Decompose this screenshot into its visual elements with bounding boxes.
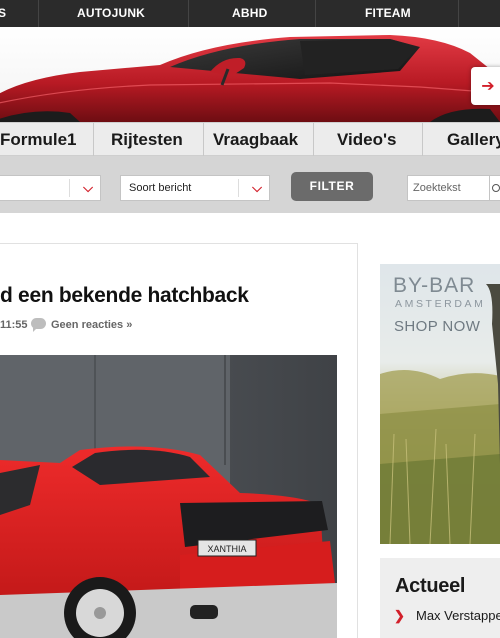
post-type-select[interactable]: Soort bericht ⌵: [120, 175, 270, 201]
top-nav-divider: [188, 0, 189, 27]
header-car-image: [0, 35, 500, 122]
search-input[interactable]: Zoektekst: [407, 175, 490, 201]
top-nav-divider: [38, 0, 39, 27]
nav-divider: [93, 123, 94, 156]
content-divider: [0, 243, 358, 244]
search-icon[interactable]: [490, 175, 500, 201]
nav-item-vraagbaak[interactable]: Vraagbaak: [213, 123, 298, 156]
ad-shop-now[interactable]: SHOP NOW: [394, 318, 480, 335]
nav-divider: [422, 123, 423, 156]
sidebar-advertisement[interactable]: BY-BAR AMSTERDAM SHOP NOW: [380, 264, 500, 544]
chevron-down-icon: ⌵: [83, 180, 93, 195]
select-divider: [69, 179, 70, 197]
login-icon: ➔: [481, 78, 495, 95]
article-comments-link[interactable]: Geen reacties »: [51, 319, 132, 331]
nav-divider: [313, 123, 314, 156]
top-nav-item-abhd[interactable]: ABHD: [232, 6, 267, 20]
nav-item-rijtesten[interactable]: Rijtesten: [111, 123, 183, 156]
main-nav: Formule1 Rijtesten Vraagbaak Video's Gal…: [0, 122, 500, 156]
comment-icon: [31, 318, 46, 332]
article-time: 11:55: [0, 319, 28, 331]
actueel-title: Actueel: [395, 575, 466, 597]
nav-divider: [203, 123, 204, 156]
ad-brand-city: AMSTERDAM: [395, 298, 486, 310]
filter-button[interactable]: FILTER: [291, 172, 373, 201]
ad-brand-name: BY-BAR: [393, 274, 476, 297]
nav-item-gallery[interactable]: Gallery: [447, 123, 500, 156]
article-title[interactable]: d een bekende hatchback: [0, 284, 249, 308]
actueel-item[interactable]: Max Verstappen: [416, 608, 500, 623]
login-button[interactable]: ➔: [471, 67, 500, 105]
nav-item-formule1[interactable]: Formule1: [0, 123, 77, 156]
top-nav-divider: [315, 0, 316, 27]
select-divider: [238, 179, 239, 197]
top-nav-divider: [458, 0, 459, 27]
top-nav-item-fiteam[interactable]: FITEAM: [365, 6, 411, 20]
category-select[interactable]: ⌵: [0, 175, 101, 201]
top-nav-bar: S AUTOJUNK ABHD FITEAM: [0, 0, 500, 27]
actueel-widget: Actueel ❯ Max Verstappen: [380, 558, 500, 638]
chevron-right-icon: ❯: [394, 608, 405, 623]
page: S AUTOJUNK ABHD FITEAM ➔ Formule1 Rijtes…: [0, 0, 500, 638]
nav-item-videos[interactable]: Video's: [337, 123, 396, 156]
chevron-down-icon: ⌵: [252, 180, 262, 195]
top-nav-item-autojunk[interactable]: AUTOJUNK: [77, 6, 145, 20]
header-banner: ➔: [0, 27, 500, 122]
car-badge-text: XANTHIA: [207, 544, 246, 554]
article-image[interactable]: XANTHIA: [0, 355, 337, 638]
column-divider: [357, 243, 358, 638]
article-car-photo: XANTHIA: [0, 355, 337, 638]
top-nav-item-s[interactable]: S: [0, 6, 6, 20]
post-type-select-value: Soort bericht: [129, 182, 192, 194]
